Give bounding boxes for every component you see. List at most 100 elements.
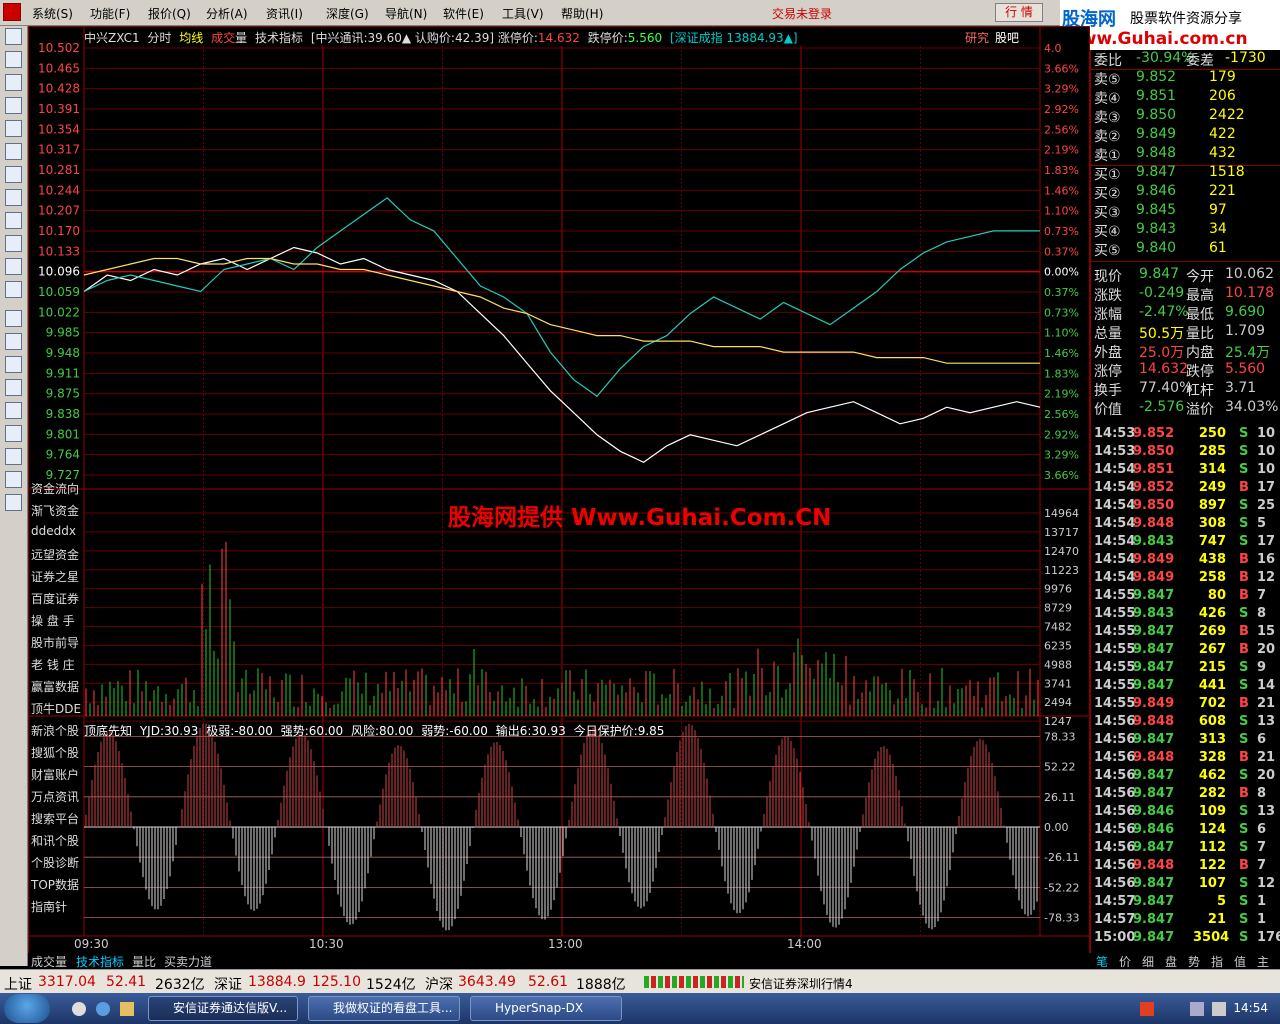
menu-software[interactable]: 软件(E)	[443, 5, 484, 22]
menu-analysis[interactable]: 分析(A)	[206, 5, 248, 22]
sidebar-link[interactable]: 个股诊断	[31, 854, 83, 871]
toolbar-tool-icon[interactable]	[5, 471, 22, 488]
tab-tech[interactable]: 技术指标	[76, 953, 124, 970]
menu-function[interactable]: 功能(F)	[90, 5, 130, 22]
menu-quote[interactable]: 报价(Q)	[148, 5, 191, 22]
menu-info[interactable]: 资讯(I)	[266, 5, 303, 22]
vol-tick-label: 6235	[1044, 639, 1072, 652]
guba-link[interactable]: 股吧	[995, 29, 1019, 46]
toolbar-tool-icon[interactable]	[5, 333, 22, 350]
tick-price: 9.847	[1133, 786, 1175, 801]
volume-icon[interactable]	[1212, 1002, 1226, 1016]
quote-label: 买②	[1094, 186, 1121, 202]
pct-tick-label: 2.56%	[1044, 408, 1079, 421]
toolbar-tool-icon[interactable]	[5, 51, 22, 68]
sidebar-link[interactable]: 百度证券	[31, 590, 83, 607]
mode-label[interactable]: 分时	[147, 31, 171, 45]
sidebar-link[interactable]: 新浪个股	[31, 722, 83, 739]
sidebar-link[interactable]: 搜索平台	[31, 810, 83, 827]
login-status[interactable]: 交易未登录	[772, 5, 832, 22]
tab-volume[interactable]: 成交量	[31, 953, 67, 970]
task-hypersnap[interactable]: HyperSnap-DX	[470, 996, 622, 1021]
toolbar-tool-icon[interactable]	[5, 425, 22, 442]
toolbar-tool-icon[interactable]	[5, 166, 22, 183]
sidebar-link[interactable]: 远望资金	[31, 546, 83, 563]
chart-svg[interactable]: 10.502 4.0 10.465 3.66% 10.428 3.29% 10.391 2.9…	[28, 26, 1090, 954]
quote-tab[interactable]: 价	[1119, 953, 1131, 970]
sidebar-link[interactable]: 老 钱 庄	[31, 656, 83, 673]
quote-value-2: 179	[1209, 69, 1236, 85]
tab-buysell[interactable]: 买卖力道	[164, 953, 212, 970]
sidebar-link[interactable]: 股市前导	[31, 634, 83, 651]
sidebar-link[interactable]: 赢富数据	[31, 678, 83, 695]
toolbar-tool-icon[interactable]	[5, 258, 22, 275]
toolbar-tool-icon[interactable]	[5, 281, 22, 298]
quote-button[interactable]: 行 情	[995, 3, 1043, 22]
quote-tab[interactable]: 值	[1234, 953, 1246, 970]
sidebar-link[interactable]: ddeddx	[31, 524, 83, 538]
ie-icon[interactable]	[96, 1002, 110, 1016]
menu-help[interactable]: 帮助(H)	[561, 5, 603, 22]
toolbar-tool-icon[interactable]	[5, 120, 22, 137]
tech-label[interactable]: 技术指标	[255, 31, 303, 45]
toolbar-tool-icon[interactable]	[5, 235, 22, 252]
vol-tick-label: 3741	[1044, 677, 1072, 690]
sidebar-link[interactable]: 搜狐个股	[31, 744, 83, 761]
menu-tools[interactable]: 工具(V)	[502, 5, 544, 22]
quote-tab[interactable]: 势	[1188, 953, 1200, 970]
quote-tab[interactable]: 指	[1211, 953, 1223, 970]
toolbar-tool-icon[interactable]	[5, 28, 22, 45]
research-link[interactable]: 研究	[965, 29, 989, 46]
price-tick-label: 9.838	[46, 407, 80, 421]
toolbar-tool-icon[interactable]	[5, 402, 22, 419]
tick-time: 14:56	[1094, 804, 1136, 819]
quote-tab[interactable]: 笔	[1096, 953, 1108, 970]
toolbar-tool-icon[interactable]	[5, 189, 22, 206]
toolbar-tool-icon[interactable]	[5, 310, 22, 327]
tray-app-icon[interactable]	[1140, 1002, 1154, 1016]
toolbar-tool-icon[interactable]	[5, 143, 22, 160]
quote-row: 换手 77.40% 杠杆 3.71	[1091, 380, 1280, 399]
tick-row: 14:56 9.847 313 S 6	[1091, 732, 1280, 750]
avg-label[interactable]: 均线	[179, 31, 203, 45]
sidebar-link[interactable]: 资金流向	[31, 480, 83, 497]
network-icon[interactable]	[1190, 1002, 1204, 1016]
sidebar-link[interactable]: 万点资讯	[31, 788, 83, 805]
volume-label-a[interactable]: 成交	[211, 31, 235, 45]
menu-system[interactable]: 系统(S)	[32, 5, 73, 22]
search-icon[interactable]	[72, 1002, 86, 1016]
quote-tab[interactable]: 主	[1257, 953, 1269, 970]
sidebar-link[interactable]: 渐飞资金	[31, 502, 83, 519]
sidebar-link[interactable]: 财富账户	[31, 766, 83, 783]
tick-count: 25	[1257, 498, 1276, 513]
sidebar-link[interactable]: 操 盘 手	[31, 612, 83, 629]
sidebar-link[interactable]: 证券之星	[31, 568, 83, 585]
tick-volume: 462	[1198, 768, 1226, 783]
task-tdx[interactable]: 安信证券通达信版V...	[148, 996, 298, 1021]
sidebar-link[interactable]: 和讯个股	[31, 832, 83, 849]
sidebar-link[interactable]: 指南针	[31, 898, 83, 915]
folder-icon[interactable]	[120, 1002, 134, 1016]
toolbar-tool-icon[interactable]	[5, 356, 22, 373]
toolbar-tool-icon[interactable]	[5, 448, 22, 465]
tab-vol-ratio[interactable]: 量比	[132, 953, 156, 970]
vol-tick-label: 2494	[1044, 696, 1072, 709]
toolbar-tool-icon[interactable]	[5, 74, 22, 91]
quote-row: 现价 9.847 今开 10.062	[1091, 266, 1280, 285]
volume-label-b[interactable]: 量	[235, 31, 247, 45]
tick-count: 14	[1257, 678, 1276, 693]
quote-tab[interactable]: 盘	[1165, 953, 1177, 970]
sidebar-link[interactable]: TOP数据	[31, 876, 83, 893]
menu-depth[interactable]: 深度(G)	[326, 5, 369, 22]
toolbar-tool-icon[interactable]	[5, 97, 22, 114]
toolbar-tool-icon[interactable]	[5, 379, 22, 396]
toolbar-tool-icon[interactable]	[5, 494, 22, 511]
menu-navigation[interactable]: 导航(N)	[385, 5, 427, 22]
quote-value: -0.249	[1139, 285, 1185, 301]
toolbar-tool-icon[interactable]	[5, 212, 22, 229]
task-warrant[interactable]: 我做权证的看盘工具...	[308, 996, 460, 1021]
sidebar-link[interactable]: 顶牛DDE	[31, 700, 83, 717]
feed-source[interactable]: 安信证券深圳行情4	[749, 975, 853, 992]
start-button[interactable]	[4, 994, 50, 1023]
quote-tab[interactable]: 细	[1142, 953, 1154, 970]
